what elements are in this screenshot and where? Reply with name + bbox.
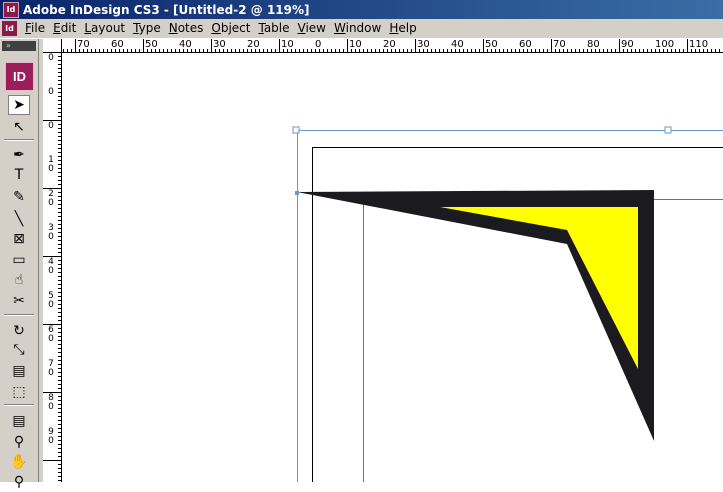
frame-handle-top-right[interactable] xyxy=(665,127,671,133)
menu-accelerator: O xyxy=(211,21,220,35)
ruler-label: 20 xyxy=(381,39,396,50)
menu-item[interactable]: Notes xyxy=(165,19,208,38)
ruler-label: 40 xyxy=(449,39,464,50)
ruler-label: 20 xyxy=(245,39,260,50)
ruler-label: 50 xyxy=(143,39,158,50)
pencil-tool-icon[interactable]: ✎ xyxy=(8,187,30,207)
ruler-label: 8 0 xyxy=(47,394,55,412)
title-bar: Id Adobe InDesign CS3 - [Untitled-2 @ 11… xyxy=(0,0,723,19)
ruler-label: 5 0 xyxy=(47,292,55,310)
free-transform-tool-icon[interactable]: ⬚ xyxy=(8,382,30,402)
ruler-label: 30 xyxy=(211,39,226,50)
tools-panel: » ID ➤↖✒T✎╲⊠▭☝✂↻⤡▤⬚▤⚲✋⚲ xyxy=(0,39,39,482)
path-anchor-point[interactable] xyxy=(295,191,299,195)
document-canvas[interactable] xyxy=(62,53,723,482)
ruler-origin[interactable] xyxy=(43,39,62,53)
menu-accelerator: E xyxy=(53,21,61,35)
ruler-label: 40 xyxy=(177,39,192,50)
gradient-tool-icon[interactable]: ▤ xyxy=(8,361,30,381)
pen-tool-icon[interactable]: ✒ xyxy=(8,145,30,165)
type-tool-icon[interactable]: T xyxy=(8,165,30,185)
notes-tool-icon[interactable]: ▤ xyxy=(8,411,30,431)
ruler-label: 1 0 xyxy=(47,156,55,174)
ruler-label: 110 xyxy=(687,39,708,50)
zoom-tool-icon[interactable]: ⚲ xyxy=(8,472,30,492)
ruler-label: 30 xyxy=(415,39,430,50)
ruler-label: 6 0 xyxy=(47,326,55,344)
ruler-label: 100 xyxy=(653,39,674,50)
menu-item[interactable]: Help xyxy=(385,19,420,38)
ruler-label: 90 xyxy=(619,39,634,50)
line-tool-icon[interactable]: ╲ xyxy=(8,209,30,229)
menu-item[interactable]: Table xyxy=(254,19,293,38)
ruler-label: 0 xyxy=(47,88,55,97)
horizontal-ruler[interactable]: 7060504030201001020304050607080901001101… xyxy=(43,39,723,53)
ruler-label: 10 xyxy=(279,39,294,50)
menu-item[interactable]: Window xyxy=(330,19,385,38)
menu-accelerator: W xyxy=(334,21,346,35)
selection-tool-icon[interactable]: ➤ xyxy=(8,95,30,115)
ruler-label: 70 xyxy=(551,39,566,50)
tool-separator xyxy=(4,139,34,141)
menu-label: iew xyxy=(305,21,326,35)
window-title: Adobe InDesign CS3 - [Untitled-2 @ 119%] xyxy=(23,3,310,17)
menu-item[interactable]: Edit xyxy=(49,19,80,38)
menu-item[interactable]: Type xyxy=(129,19,165,38)
scissors-tool-icon[interactable]: ✂ xyxy=(8,291,30,311)
direct-selection-tool-icon[interactable]: ↖ xyxy=(8,117,30,137)
ruler-label: 50 xyxy=(483,39,498,50)
rotate-tool-icon[interactable]: ↻ xyxy=(8,321,30,341)
menu-item[interactable]: View xyxy=(294,19,330,38)
menu-label: bject xyxy=(221,21,251,35)
ruler-label: 0 xyxy=(47,54,55,63)
page-artwork[interactable] xyxy=(62,53,723,482)
menu-label: ayout xyxy=(91,21,125,35)
menu-item[interactable]: Object xyxy=(207,19,254,38)
ruler-label: 60 xyxy=(109,39,124,50)
ruler-label: 4 0 xyxy=(47,258,55,276)
tool-separator xyxy=(4,314,34,316)
rectangle-tool-icon[interactable]: ▭ xyxy=(8,250,30,270)
ruler-label: 10 xyxy=(347,39,362,50)
vertical-ruler[interactable]: 0 0 0 1 0 2 0 3 0 4 0 5 0 6 0 7 0 8 0 9 0 xyxy=(43,52,62,482)
menu-item[interactable]: File xyxy=(21,19,49,38)
menu-label: ile xyxy=(31,21,45,35)
menu-label: dit xyxy=(61,21,77,35)
ruler-label: 7 0 xyxy=(47,360,55,378)
ruler-label: 80 xyxy=(585,39,600,50)
menu-label: indow xyxy=(346,21,382,35)
menu-label: able xyxy=(264,21,290,35)
indesign-app-icon[interactable]: Id xyxy=(3,2,19,18)
eyedropper-tool-icon[interactable]: ⚲ xyxy=(8,432,30,452)
menu-label: otes xyxy=(178,21,204,35)
menu-accelerator: H xyxy=(389,21,398,35)
ruler-label: 60 xyxy=(517,39,532,50)
tool-separator xyxy=(4,404,34,406)
menu-accelerator: N xyxy=(169,21,178,35)
rectangle-frame-tool-icon[interactable]: ⊠ xyxy=(8,229,30,249)
menu-item[interactable]: Layout xyxy=(80,19,129,38)
menu-label: elp xyxy=(398,21,416,35)
menu-label: ype xyxy=(139,21,161,35)
hand-tool-icon[interactable]: ✋ xyxy=(8,452,30,472)
ruler-label: 3 0 xyxy=(47,224,55,242)
frame-handle-top-left[interactable] xyxy=(293,127,299,133)
ruler-label: 9 0 xyxy=(47,428,55,446)
panel-collapse-grip[interactable]: » xyxy=(2,41,36,51)
scale-tool-icon[interactable]: ⤡ xyxy=(8,340,30,360)
document-icon[interactable]: Id xyxy=(2,21,17,36)
indesign-logo: ID xyxy=(5,62,34,91)
menu-bar: Id FileEditLayoutTypeNotesObjectTableVie… xyxy=(0,19,723,39)
ruler-label: 0 xyxy=(47,122,55,131)
button-tool-icon[interactable]: ☝ xyxy=(8,270,30,290)
ruler-label: 70 xyxy=(75,39,90,50)
ruler-label: 2 0 xyxy=(47,190,55,208)
ruler-label: 0 xyxy=(313,39,321,50)
